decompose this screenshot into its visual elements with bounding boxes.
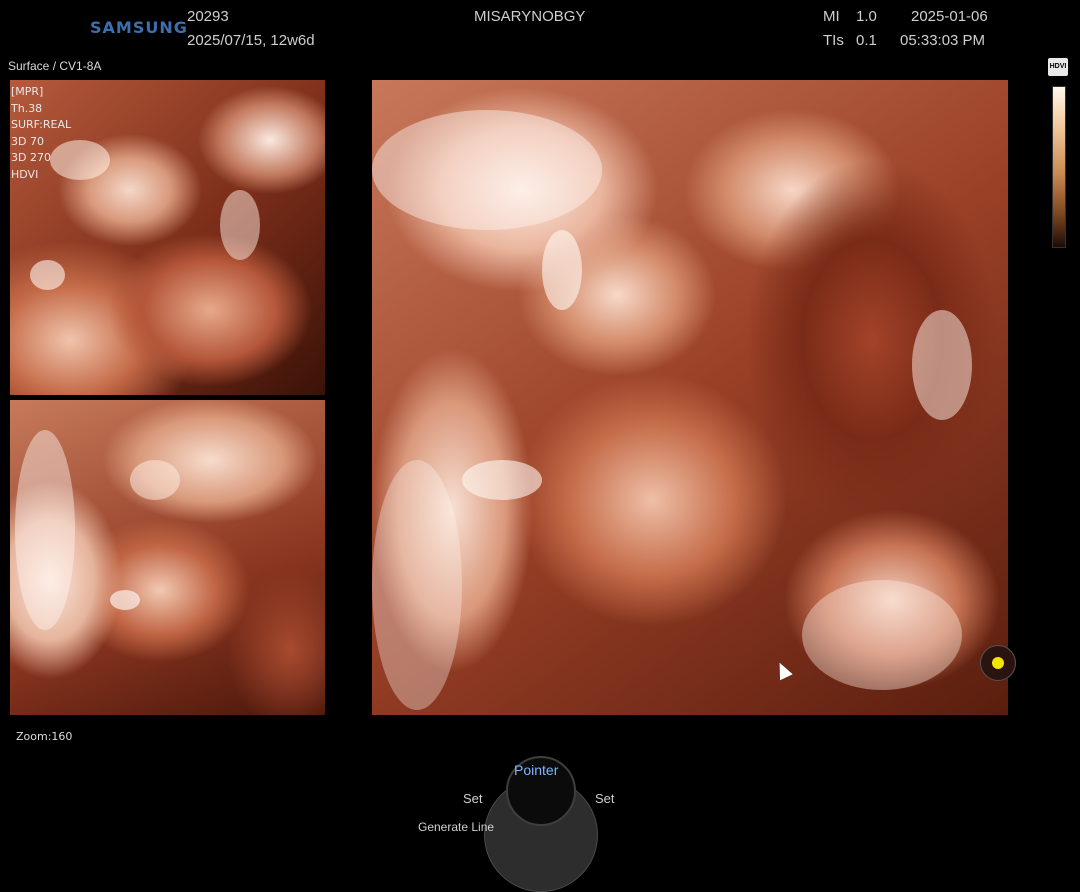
brand-logo: SAMSUNG	[90, 18, 188, 37]
highlight-shape	[372, 460, 462, 710]
overlay-line: SURF:REAL	[11, 118, 72, 131]
trackball-control[interactable]	[484, 748, 598, 892]
date: 2025-01-06	[911, 8, 988, 25]
set-left-button[interactable]: Set	[463, 791, 483, 806]
highlight-shape	[542, 230, 582, 310]
mpr-view-bottom[interactable]	[10, 400, 325, 715]
highlight-shape	[130, 460, 180, 500]
overlay-line: [MPR]	[11, 85, 44, 98]
exam-date-ga: 2025/07/15, 12w6d	[187, 32, 315, 49]
time: 05:33:03 PM	[900, 32, 986, 49]
probe-mode: Surface / CV1-8A	[8, 59, 102, 73]
pointer-mode-label[interactable]: Pointer	[514, 762, 558, 778]
overlay-line: Th.38	[11, 101, 43, 115]
highlight-shape	[15, 430, 75, 630]
color-map-scale	[1052, 86, 1066, 248]
highlight-shape	[462, 460, 542, 500]
zoom-indicator: Zoom:160	[16, 730, 73, 743]
mi-label: MI	[823, 8, 840, 25]
overlay-line: HDVI	[11, 167, 39, 181]
highlight-shape	[110, 590, 140, 610]
mi-value: 1.0	[856, 8, 877, 25]
highlight-shape	[372, 110, 602, 230]
render-parameters: [MPR] Th.38 SURF:REAL 3D 70 3D 270 HDVI	[11, 84, 71, 183]
highlight-shape	[802, 580, 962, 690]
render-direction-icon[interactable]	[980, 645, 1016, 681]
highlight-shape	[912, 310, 972, 420]
generate-line-button[interactable]: Generate Line	[418, 820, 494, 834]
patient-id: 20293	[187, 8, 229, 25]
overlay-line: 3D 270	[11, 151, 51, 164]
hdvi-badge: HDVI	[1048, 58, 1068, 76]
highlight-shape	[30, 260, 65, 290]
set-right-button[interactable]: Set	[595, 791, 615, 806]
overlay-line: 3D 70	[11, 134, 44, 148]
institution-name: MISARYNOBGY	[474, 8, 586, 25]
tis-value: 0.1	[856, 32, 877, 49]
main-3d-view[interactable]	[372, 80, 1008, 715]
tis-label: TIs	[823, 32, 844, 49]
highlight-shape	[220, 190, 260, 260]
